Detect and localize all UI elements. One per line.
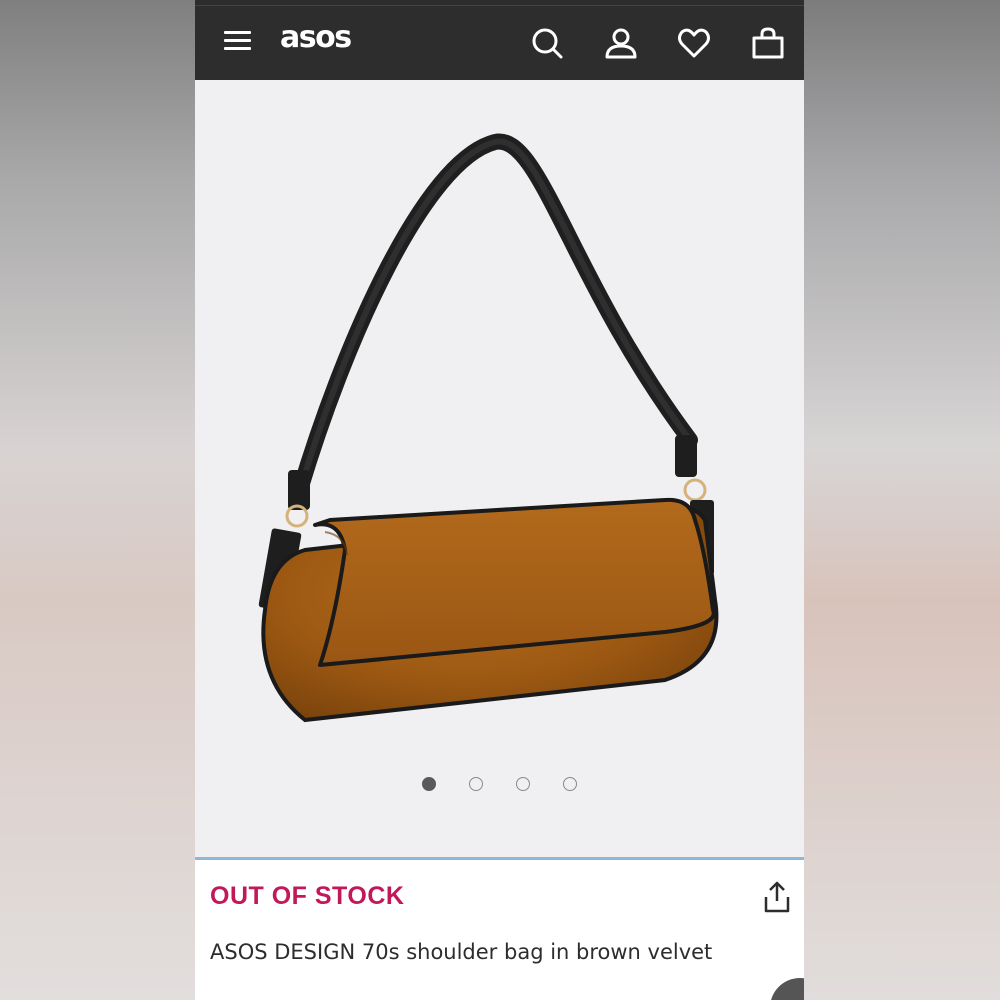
heart-icon[interactable]	[677, 26, 711, 60]
product-image-gallery[interactable]	[195, 80, 804, 857]
pagination-dot-3[interactable]	[516, 777, 530, 791]
top-navigation-bar: asos	[195, 0, 804, 80]
product-title: ASOS DESIGN 70s shoulder bag in brown ve…	[210, 940, 713, 964]
floating-button-partial[interactable]	[770, 978, 804, 1000]
product-image	[258, 133, 719, 723]
topbar-divider	[195, 5, 804, 6]
phone-screen: asos OUT OF STOCK ASOS DESIGN 70s should…	[195, 0, 804, 1000]
pagination-dot-4[interactable]	[563, 777, 577, 791]
background-left	[0, 0, 195, 1000]
stock-status: OUT OF STOCK	[210, 882, 405, 910]
background-right	[804, 0, 1000, 1000]
search-icon[interactable]	[530, 26, 564, 60]
share-icon[interactable]	[761, 880, 793, 914]
section-divider	[195, 857, 804, 860]
pagination-dot-1[interactable]	[422, 777, 436, 791]
pagination-dot-2[interactable]	[469, 777, 483, 791]
account-icon[interactable]	[604, 26, 638, 60]
image-pagination	[195, 777, 804, 797]
bag-icon[interactable]	[751, 26, 785, 60]
menu-icon[interactable]	[224, 31, 251, 51]
brand-logo[interactable]: asos	[280, 20, 352, 55]
